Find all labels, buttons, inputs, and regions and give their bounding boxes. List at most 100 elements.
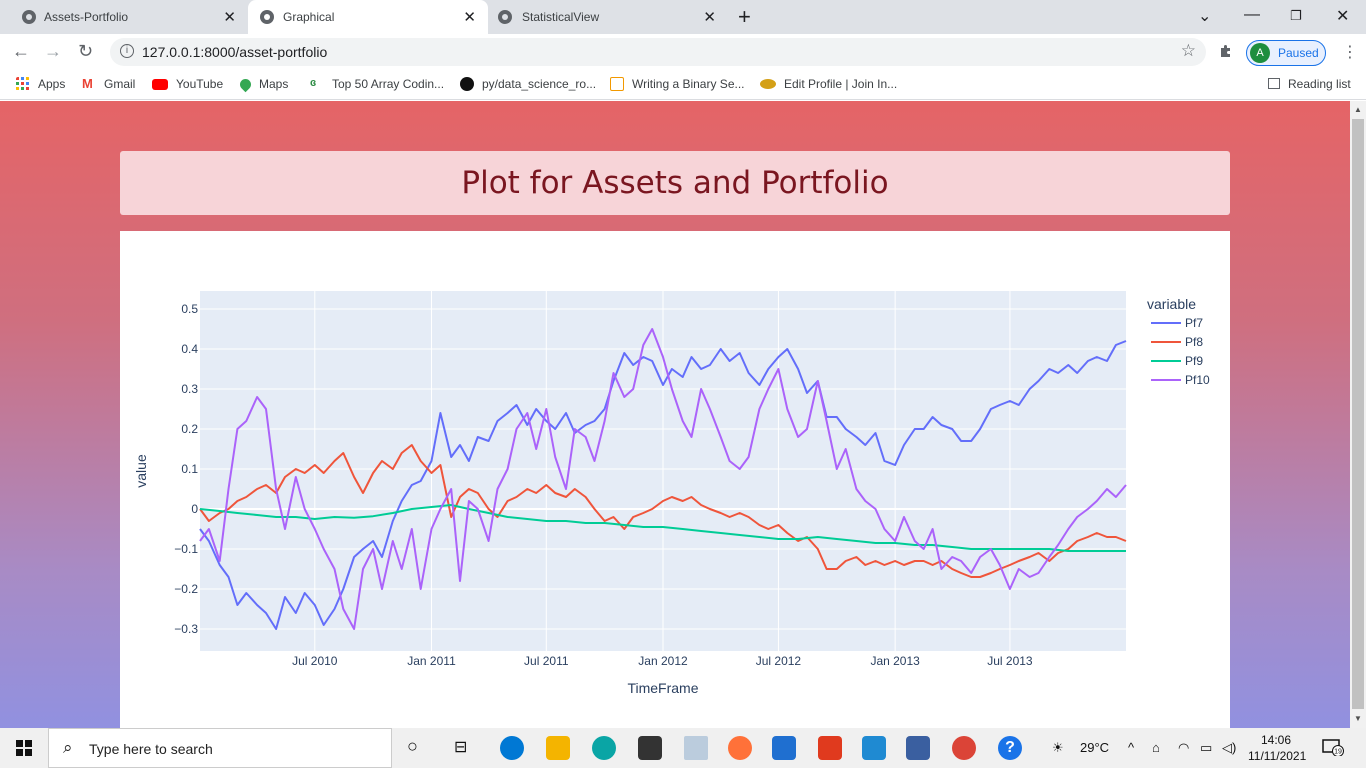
x-tick-label: Jul 2013 bbox=[987, 654, 1033, 668]
file-explorer-icon[interactable] bbox=[546, 736, 570, 760]
dropbox-icon[interactable] bbox=[684, 736, 708, 760]
more-menu-icon[interactable]: ⋮ bbox=[1342, 42, 1358, 62]
taskbar-search[interactable]: ⌕ Type here to search bbox=[48, 728, 392, 768]
bookmark-label: py/data_science_ro... bbox=[482, 77, 597, 91]
y-tick-label: −0.3 bbox=[174, 622, 198, 636]
system-clock[interactable]: 14:06 11/11/2021 bbox=[1248, 732, 1306, 764]
y-tick-label: 0.4 bbox=[181, 342, 198, 356]
forward-icon[interactable]: → bbox=[44, 41, 62, 62]
y-tick-label: 0.5 bbox=[181, 302, 198, 316]
x-axis-title: TimeFrame bbox=[627, 680, 698, 696]
bookmarks-bar: Apps M Gmail YouTube Maps ɞ Top 50 Array… bbox=[0, 70, 1366, 100]
store-icon[interactable] bbox=[638, 736, 662, 760]
bookmark-apps[interactable]: Apps bbox=[16, 77, 65, 91]
page-content: Plot for Assets and Portfolio 0.5 0.4 0.3 0… bbox=[0, 101, 1350, 728]
help-icon[interactable]: ? bbox=[998, 736, 1022, 760]
scrollbar-thumb[interactable] bbox=[1352, 119, 1364, 709]
close-icon[interactable]: ✕ bbox=[463, 8, 476, 26]
tab-graphical[interactable]: Graphical ✕ bbox=[248, 0, 488, 34]
weather-icon[interactable]: ☀ bbox=[1052, 740, 1064, 756]
bookmark-label: YouTube bbox=[176, 77, 224, 91]
wifi-icon[interactable]: ◠ bbox=[1178, 740, 1189, 756]
gmail-icon: M bbox=[82, 76, 93, 91]
bookmark-star-icon[interactable]: ☆ bbox=[1181, 41, 1196, 61]
close-icon[interactable]: ✕ bbox=[223, 8, 236, 26]
legend-title: variable bbox=[1147, 296, 1196, 312]
bookmark-youtube[interactable]: YouTube bbox=[152, 77, 223, 91]
avatar: A bbox=[1250, 43, 1270, 63]
firefox-icon[interactable] bbox=[728, 736, 752, 760]
y-tick-label: 0 bbox=[191, 502, 198, 516]
tab-strip: Assets-Portfolio ✕ Graphical ✕ Statistic… bbox=[0, 0, 1366, 34]
restore-icon[interactable]: ❐ bbox=[1290, 8, 1302, 24]
weather-temp[interactable]: 29°C bbox=[1080, 740, 1109, 755]
tab-label: StatisticalView bbox=[522, 10, 600, 24]
reading-list-button[interactable]: Reading list bbox=[1268, 77, 1351, 91]
legend-label-pf10: Pf10 bbox=[1185, 373, 1210, 387]
network-icon[interactable]: ⌂ bbox=[1152, 740, 1160, 755]
edge-icon[interactable] bbox=[592, 736, 616, 760]
reload-icon[interactable]: ↻ bbox=[78, 41, 93, 62]
chart-card: 0.5 0.4 0.3 0.2 0.1 0 −0.1 −0.2 −0.3 Jul 2010 Jan … bbox=[120, 231, 1230, 728]
bookmark-label: Top 50 Array Codin... bbox=[332, 77, 445, 91]
profile-status: Paused bbox=[1278, 46, 1319, 60]
scroll-down-icon[interactable]: ▼ bbox=[1354, 714, 1362, 723]
minimize-icon[interactable]: — bbox=[1244, 6, 1260, 24]
clock-time: 14:06 bbox=[1260, 733, 1292, 747]
reading-list-label: Reading list bbox=[1288, 77, 1351, 91]
bookmark-gmail[interactable]: M Gmail bbox=[82, 76, 135, 92]
address-toolbar: ← → ↻ i 127.0.0.1:8000/asset-portfolio ☆ bbox=[0, 34, 1366, 70]
legend-label-pf9: Pf9 bbox=[1185, 354, 1203, 368]
tab-statisticalview[interactable]: StatisticalView ✕ bbox=[488, 0, 728, 34]
page-scrollbar[interactable]: ▲ ▼ bbox=[1350, 101, 1366, 728]
task-view-icon[interactable]: ⊟ bbox=[454, 737, 467, 757]
tab-label: Graphical bbox=[283, 10, 335, 24]
back-icon[interactable]: ← bbox=[12, 41, 30, 62]
bookmark-maps[interactable]: Maps bbox=[237, 76, 288, 92]
apps-grid-icon bbox=[16, 77, 29, 90]
cortana-icon[interactable]: ○ bbox=[407, 736, 418, 757]
bookmark-label: Edit Profile | Join In... bbox=[784, 77, 898, 91]
window-close-icon[interactable]: ✕ bbox=[1336, 6, 1349, 26]
chrome-icon[interactable] bbox=[952, 736, 976, 760]
new-tab-icon[interactable]: + bbox=[738, 4, 751, 30]
bookmark-top50-array[interactable]: ɞ Top 50 Array Codin... bbox=[310, 77, 444, 91]
tab-search-chevron-icon[interactable]: ⌄ bbox=[1198, 6, 1211, 26]
x-tick-label: Jan 2013 bbox=[870, 654, 920, 668]
scroll-up-icon[interactable]: ▲ bbox=[1354, 105, 1362, 114]
bookmark-data-science[interactable]: py/data_science_ro... bbox=[460, 77, 596, 91]
joinin-icon bbox=[760, 79, 776, 89]
remote-desktop-icon[interactable] bbox=[906, 736, 930, 760]
youtube-icon bbox=[152, 78, 168, 90]
show-hidden-icons[interactable]: ^ bbox=[1128, 740, 1134, 755]
reading-list-icon bbox=[1268, 78, 1280, 89]
extensions-puzzle-icon[interactable] bbox=[1218, 43, 1234, 59]
battery-icon[interactable]: ▭ bbox=[1200, 740, 1212, 756]
x-tick-label: Jul 2012 bbox=[756, 654, 802, 668]
skype-icon[interactable] bbox=[500, 736, 524, 760]
x-tick-label: Jul 2011 bbox=[524, 654, 569, 668]
y-tick-label: −0.1 bbox=[174, 542, 198, 556]
bookmark-edit-profile[interactable]: Edit Profile | Join In... bbox=[760, 77, 897, 91]
tab-assets-portfolio[interactable]: Assets-Portfolio ✕ bbox=[0, 0, 248, 34]
mail-icon[interactable] bbox=[772, 736, 796, 760]
legend-label-pf8: Pf8 bbox=[1185, 335, 1203, 349]
x-tick-label: Jan 2011 bbox=[407, 654, 456, 668]
volume-icon[interactable]: ◁) bbox=[1222, 740, 1236, 756]
maps-pin-icon bbox=[237, 76, 254, 92]
bookmark-binary-search[interactable]: Writing a Binary Se... bbox=[610, 77, 745, 91]
close-icon[interactable]: ✕ bbox=[703, 8, 716, 26]
search-icon: ⌕ bbox=[63, 738, 73, 757]
windows-start-icon[interactable] bbox=[16, 740, 32, 756]
notification-center-icon[interactable]: 19 bbox=[1322, 738, 1344, 756]
globe-icon bbox=[260, 10, 274, 24]
address-bar[interactable]: i 127.0.0.1:8000/asset-portfolio ☆ bbox=[110, 38, 1206, 66]
vscode-icon[interactable] bbox=[862, 736, 886, 760]
title-banner: Plot for Assets and Portfolio bbox=[120, 151, 1230, 215]
line-chart[interactable]: 0.5 0.4 0.3 0.2 0.1 0 −0.1 −0.2 −0.3 Jul 2010 Jan … bbox=[120, 231, 1230, 728]
profile-button[interactable]: A Paused bbox=[1246, 40, 1326, 66]
site-info-icon[interactable]: i bbox=[120, 44, 134, 58]
url-text[interactable]: 127.0.0.1:8000/asset-portfolio bbox=[142, 44, 327, 60]
office-icon[interactable] bbox=[818, 736, 842, 760]
x-tick-label: Jul 2010 bbox=[292, 654, 338, 668]
